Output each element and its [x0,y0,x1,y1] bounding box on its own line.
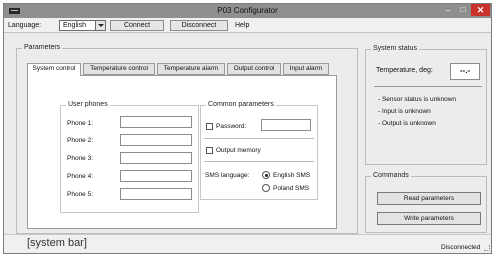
parameters-group-title: Parameters [22,44,63,51]
write-parameters-button[interactable]: Write parameters [377,212,481,225]
minimize-button[interactable]: – [441,4,455,16]
english-sms-radio[interactable] [262,171,270,179]
phone-2-input[interactable] [120,134,192,146]
tab-temperature-alarm[interactable]: Temperature alarm [157,63,225,75]
separator-line [204,161,314,162]
phone-4-label: Phone 4: [67,173,94,180]
separator-line [204,138,314,139]
language-select[interactable]: English [59,20,106,31]
temperature-readout: --.- [450,63,480,80]
english-sms-label[interactable]: English SMS [273,172,310,179]
tab-output-control[interactable]: Output control [227,63,281,75]
tab-system-control[interactable]: System control [27,63,81,76]
output-memory-label: Output memory [216,147,261,154]
system-bar-label: [system bar] [27,237,87,249]
close-button[interactable]: ✕ [471,4,490,16]
tab-temperature-control[interactable]: Temperature control [83,63,155,75]
help-menu[interactable]: Help [235,22,249,29]
resize-grip-icon[interactable] [484,245,490,251]
password-checkbox[interactable] [206,123,213,130]
phone-1-label: Phone 1: [67,120,94,127]
sensor-status-text: - Sensor status is unknown [378,96,457,103]
menu-bar: Language: English Connect Disconnect Hel… [4,18,491,33]
language-value: English [63,22,86,29]
language-label: Language: [8,22,42,29]
password-input[interactable] [261,119,311,131]
separator-line [374,86,482,87]
commands-title: Commands [371,172,411,179]
connection-status: Disconnected [441,244,481,251]
system-status-title: System status [371,45,419,52]
title-bar[interactable]: P03 Configurator – □ ✕ [4,4,491,18]
input-status-text: - Input is unknown [378,108,431,115]
temperature-label: Temperature, deg: [376,67,433,74]
disconnect-button[interactable]: Disconnect [170,20,228,31]
common-parameters-title: Common parameters [206,101,276,108]
password-label: Password: [216,123,247,130]
output-memory-checkbox[interactable] [206,147,213,154]
sms-language-label: SMS language: [205,172,250,179]
phone-2-label: Phone 2: [67,137,94,144]
phone-5-input[interactable] [120,188,192,200]
chevron-down-icon[interactable] [95,21,105,30]
poland-sms-radio[interactable] [262,184,270,192]
tab-input-alarm[interactable]: Input alarm [283,63,329,75]
phone-5-label: Phone 5: [67,191,94,198]
maximize-button[interactable]: □ [456,4,470,16]
output-status-text: - Output is unknown [378,120,436,127]
window-title: P03 Configurator [217,6,278,15]
poland-sms-label[interactable]: Poland SMS [273,185,309,192]
status-bar: [system bar] Disconnected [4,234,491,253]
phone-3-input[interactable] [120,152,192,164]
phone-3-label: Phone 3: [67,155,94,162]
phone-1-input[interactable] [120,116,192,128]
phone-4-input[interactable] [120,170,192,182]
connect-button[interactable]: Connect [110,20,164,31]
user-phones-title: User phones [66,101,110,108]
app-window: P03 Configurator – □ ✕ Language: English… [3,3,492,254]
read-parameters-button[interactable]: Read parameters [377,192,481,205]
